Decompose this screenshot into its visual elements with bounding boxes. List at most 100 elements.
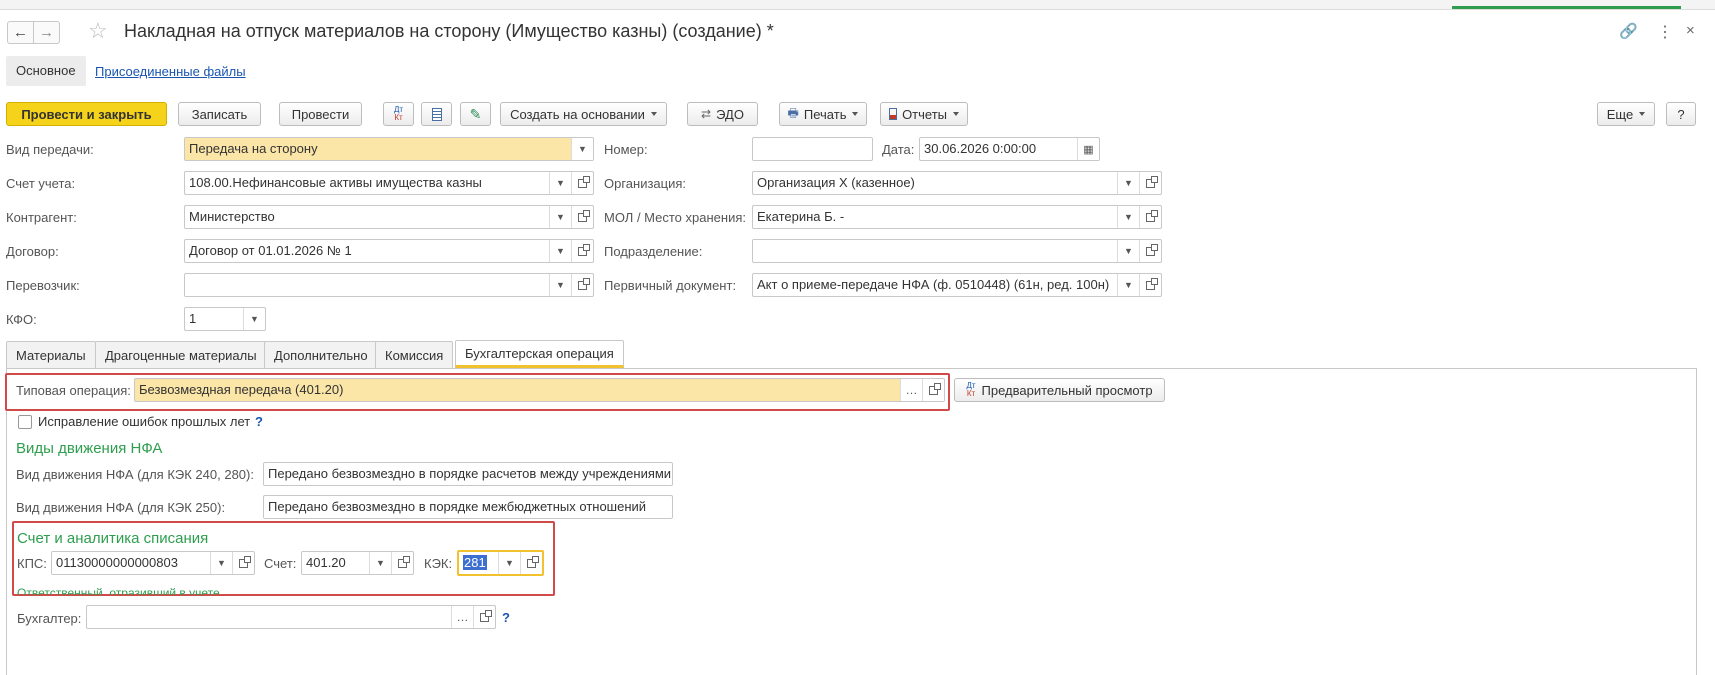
nav-back-button[interactable]: ← bbox=[7, 21, 34, 44]
dropdown-arrow-icon[interactable]: ▼ bbox=[549, 240, 571, 262]
nfa-240-field[interactable]: Передано безвозмездно в порядке расчетов… bbox=[263, 462, 673, 486]
dropdown-arrow-icon[interactable]: ▼ bbox=[498, 552, 520, 574]
close-icon[interactable]: × bbox=[1686, 22, 1695, 39]
select-dots-icon[interactable]: … bbox=[451, 606, 473, 628]
typical-operation-field[interactable]: Безвозмездная передача (401.20) … bbox=[134, 378, 945, 402]
transfer-type-value: Передача на сторону bbox=[185, 138, 571, 160]
open-icon[interactable] bbox=[1139, 240, 1161, 262]
mol-field[interactable]: Екатерина Б. - ▼ bbox=[752, 205, 1162, 229]
typical-operation-label: Типовая операция: bbox=[16, 383, 131, 398]
open-icon[interactable] bbox=[922, 379, 944, 401]
dropdown-arrow-icon[interactable]: ▼ bbox=[1117, 240, 1139, 262]
document-list-button[interactable] bbox=[421, 102, 452, 126]
help-button[interactable]: ? bbox=[1666, 102, 1696, 126]
transfer-type-field[interactable]: Передача на сторону ▼ bbox=[184, 137, 594, 161]
kfo-field[interactable]: 1 ▼ bbox=[184, 307, 266, 331]
dropdown-arrow-icon[interactable]: ▼ bbox=[549, 206, 571, 228]
dropdown-arrow-icon[interactable]: ▼ bbox=[549, 274, 571, 296]
account-label: Счет учета: bbox=[6, 176, 76, 191]
open-icon[interactable] bbox=[571, 172, 593, 194]
counterparty-value: Министерство bbox=[189, 209, 275, 224]
more-button[interactable]: Еще bbox=[1597, 102, 1655, 126]
fix-errors-checkbox[interactable] bbox=[18, 415, 32, 429]
org-label: Организация: bbox=[604, 176, 687, 191]
edo-button[interactable]: ⇄ ЭДО bbox=[687, 102, 758, 126]
open-icon[interactable] bbox=[571, 240, 593, 262]
carrier-field[interactable]: ▼ bbox=[184, 273, 594, 297]
subnav-attached-files-link[interactable]: Присоединенные файлы bbox=[95, 64, 246, 79]
division-field[interactable]: ▼ bbox=[752, 239, 1162, 263]
number-field[interactable] bbox=[752, 137, 873, 161]
dropdown-arrow-icon[interactable]: ▼ bbox=[571, 138, 593, 160]
date-label: Дата: bbox=[882, 142, 915, 157]
edo-label: ЭДО bbox=[716, 106, 744, 122]
nfa-240-value: Передано безвозмездно в порядке расчетов… bbox=[268, 466, 672, 481]
select-dots-icon[interactable]: … bbox=[900, 379, 922, 401]
accountant-field[interactable]: … bbox=[86, 605, 496, 629]
open-icon[interactable] bbox=[1139, 274, 1161, 296]
open-icon[interactable] bbox=[571, 206, 593, 228]
post-button[interactable]: Провести bbox=[279, 102, 362, 126]
date-field[interactable]: 30.06.2026 0:00:00 ▦ bbox=[919, 137, 1100, 161]
kek-label: КЭК: bbox=[424, 556, 453, 571]
open-icon[interactable] bbox=[473, 606, 495, 628]
responsible-section-title: Ответственный, отразивший в учете bbox=[17, 586, 220, 595]
primary-doc-value: Акт о приеме-передаче НФА (ф. 0510448) (… bbox=[757, 277, 1110, 292]
preview-label: Предварительный просмотр bbox=[981, 382, 1153, 398]
dropdown-arrow-icon[interactable]: ▼ bbox=[549, 172, 571, 194]
dtkt-button[interactable]: Дт Кт bbox=[383, 102, 414, 126]
account-field[interactable]: 108.00.Нефинансовые активы имущества каз… bbox=[184, 171, 594, 195]
preview-button[interactable]: Дт Кт Предварительный просмотр bbox=[954, 378, 1165, 402]
acc-field[interactable]: 401.20 ▼ bbox=[301, 551, 414, 575]
top-tab-active-underline bbox=[1452, 6, 1681, 9]
favorite-star-icon[interactable]: ☆ bbox=[88, 18, 108, 44]
accountant-help-icon[interactable]: ? bbox=[502, 610, 510, 626]
nfa-250-label: Вид движения НФА (для КЭК 250): bbox=[16, 500, 226, 515]
fix-errors-label[interactable]: Исправление ошибок прошлых лет bbox=[38, 414, 250, 430]
post-and-close-button[interactable]: Провести и закрыть bbox=[6, 102, 167, 126]
org-field[interactable]: Организация Х (казенное) ▼ bbox=[752, 171, 1162, 195]
nfa-250-field[interactable]: Передано безвозмездно в порядке межбюдже… bbox=[263, 495, 673, 519]
reports-button[interactable]: Отчеты bbox=[880, 102, 968, 126]
dropdown-arrow-icon[interactable]: ▼ bbox=[1117, 172, 1139, 194]
open-icon[interactable] bbox=[520, 552, 542, 574]
contract-field[interactable]: Договор от 01.01.2026 № 1 ▼ bbox=[184, 239, 594, 263]
open-icon[interactable] bbox=[571, 274, 593, 296]
kps-value: 01130000000000803 bbox=[56, 555, 178, 570]
writeoff-section-title: Счет и аналитика списания bbox=[17, 530, 209, 547]
print-button[interactable]: 🖶 Печать bbox=[779, 102, 867, 126]
nav-forward-button[interactable]: → bbox=[33, 21, 60, 44]
open-icon[interactable] bbox=[1139, 172, 1161, 194]
calendar-icon[interactable]: ▦ bbox=[1077, 138, 1099, 160]
dropdown-arrow-icon[interactable]: ▼ bbox=[210, 552, 232, 574]
subnav-main[interactable]: Основное bbox=[6, 56, 86, 86]
tab-materials[interactable]: Материалы bbox=[6, 341, 96, 368]
kps-field[interactable]: 01130000000000803 ▼ bbox=[51, 551, 255, 575]
contract-label: Договор: bbox=[6, 244, 59, 259]
sign-button[interactable]: ✎ bbox=[460, 102, 491, 126]
dropdown-arrow-icon[interactable]: ▼ bbox=[369, 552, 391, 574]
more-vertical-icon[interactable]: ⋮ bbox=[1657, 22, 1673, 42]
create-based-on-button[interactable]: Создать на основании bbox=[500, 102, 667, 126]
tab-additional[interactable]: Дополнительно bbox=[264, 341, 378, 368]
open-icon[interactable] bbox=[391, 552, 413, 574]
dropdown-arrow-icon[interactable]: ▼ bbox=[243, 308, 265, 330]
primary-doc-field[interactable]: Акт о приеме-передаче НФА (ф. 0510448) (… bbox=[752, 273, 1162, 297]
page-title: Накладная на отпуск материалов на сторон… bbox=[124, 21, 774, 41]
fix-errors-help-icon[interactable]: ? bbox=[255, 414, 263, 430]
link-icon[interactable]: 🔗 bbox=[1619, 22, 1638, 40]
kfo-value: 1 bbox=[189, 311, 197, 326]
tab-precious-materials[interactable]: Драгоценные материалы bbox=[95, 341, 267, 368]
tab-commission[interactable]: Комиссия bbox=[375, 341, 454, 368]
dropdown-arrow-icon[interactable]: ▼ bbox=[1117, 274, 1139, 296]
contract-value: Договор от 01.01.2026 № 1 bbox=[189, 243, 352, 258]
dropdown-arrow-icon[interactable]: ▼ bbox=[1117, 206, 1139, 228]
open-icon[interactable] bbox=[1139, 206, 1161, 228]
tab-accounting-operation[interactable]: Бухгалтерская операция bbox=[455, 340, 624, 368]
dtkt-icon: Дт Кт bbox=[966, 381, 976, 398]
save-button[interactable]: Записать bbox=[178, 102, 261, 126]
counterparty-field[interactable]: Министерство ▼ bbox=[184, 205, 594, 229]
typical-operation-value: Безвозмездная передача (401.20) bbox=[135, 379, 900, 401]
open-icon[interactable] bbox=[232, 552, 254, 574]
kek-field[interactable]: 281 ▼ bbox=[457, 550, 544, 576]
